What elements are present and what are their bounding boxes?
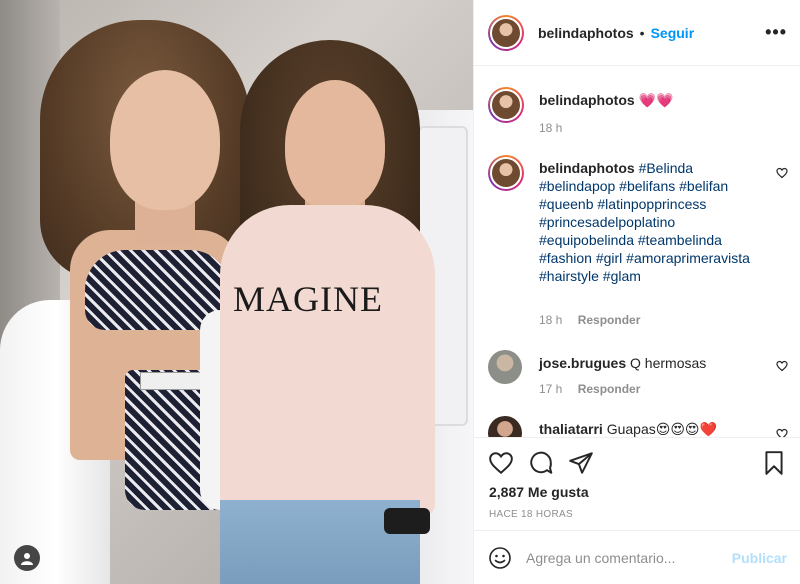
comments-list: belindaphotos 💗💗 18 h belindaphotos #Bel…: [474, 67, 800, 437]
comment-time: 18 h: [539, 313, 563, 327]
save-bookmark-icon[interactable]: [761, 450, 787, 476]
post-header: belindaphotos • Seguir •••: [474, 0, 800, 66]
comment-username[interactable]: jose.brugues: [539, 355, 626, 371]
like-comment-heart-icon[interactable]: [776, 167, 788, 179]
avatar[interactable]: [488, 350, 522, 384]
list-item: belindaphotos #Belinda #belindapop #beli…: [488, 155, 788, 335]
add-comment-bar: Agrega un comentario... Publicar: [474, 530, 800, 584]
like-comment-heart-icon[interactable]: [776, 428, 788, 437]
comment-text: Guapas😍😍😍❤️: [606, 421, 717, 437]
comment-time: 18 h: [539, 121, 563, 135]
avatar[interactable]: [488, 14, 524, 51]
likes-count[interactable]: 2,887 Me gusta: [489, 484, 589, 500]
comment-text: 💗💗: [638, 92, 674, 108]
tagged-users-icon[interactable]: [14, 545, 40, 571]
comment-time: 17 h: [539, 382, 563, 396]
comment-bubble-icon[interactable]: [528, 450, 554, 476]
avatar[interactable]: [488, 155, 524, 191]
instagram-post: MAGINE belindaphotos • Seguir ••• belind…: [0, 0, 800, 584]
avatar[interactable]: [488, 416, 522, 437]
post-photo[interactable]: MAGINE: [0, 0, 473, 584]
comment-text: Q hermosas: [630, 355, 707, 371]
comment-input[interactable]: Agrega un comentario...: [526, 550, 675, 566]
post-actions: 2,887 Me gusta HACE 18 HORAS: [474, 437, 800, 537]
comment-text: #Belinda #belindapop #belifans #belifan …: [539, 160, 750, 284]
follow-button[interactable]: Seguir: [651, 25, 695, 41]
list-item: thaliatarri Guapas😍😍😍❤️: [488, 416, 788, 437]
reply-button[interactable]: Responder: [578, 382, 641, 396]
like-heart-icon[interactable]: [488, 450, 514, 476]
share-paper-plane-icon[interactable]: [568, 450, 594, 476]
post-sidebar: belindaphotos • Seguir ••• belindaphotos…: [473, 0, 800, 584]
reply-button[interactable]: Responder: [578, 313, 641, 327]
publish-button[interactable]: Publicar: [732, 550, 787, 566]
like-comment-heart-icon[interactable]: [776, 360, 788, 372]
avatar[interactable]: [488, 87, 524, 123]
more-options-icon[interactable]: •••: [765, 22, 787, 43]
shirt-print: MAGINE: [233, 279, 383, 319]
comment-username[interactable]: belindaphotos: [539, 92, 635, 108]
comment-username[interactable]: thaliatarri: [539, 421, 603, 437]
post-timestamp[interactable]: HACE 18 HORAS: [489, 509, 573, 520]
list-item: jose.brugues Q hermosas 17 h Responder: [488, 350, 788, 410]
list-item: belindaphotos 💗💗 18 h: [488, 87, 788, 147]
comment-username[interactable]: belindaphotos: [539, 160, 635, 176]
emoji-icon[interactable]: [488, 546, 512, 570]
author-username[interactable]: belindaphotos: [538, 25, 634, 41]
